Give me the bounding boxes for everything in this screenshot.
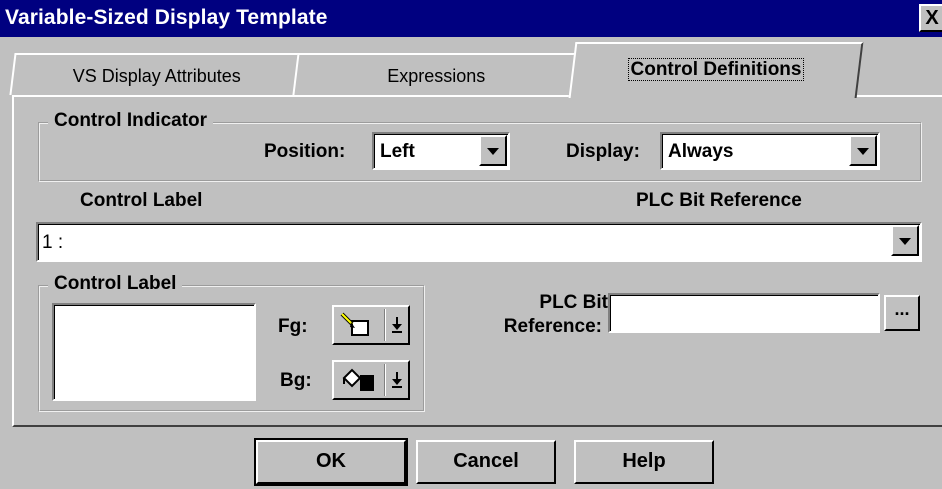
pencil-icon — [340, 312, 369, 336]
fg-label: Fg: — [278, 316, 308, 337]
definition-value: 1 : — [42, 232, 64, 253]
tab-label: Expressions — [387, 66, 486, 86]
plc-bit-reference-input[interactable] — [608, 293, 880, 333]
title-bar[interactable]: Variable-Sized Display Template X — [0, 0, 942, 37]
display-label: Display: — [566, 141, 640, 162]
position-label: Position: — [264, 141, 346, 162]
control-label-textarea[interactable] — [52, 303, 256, 401]
position-select[interactable]: Left — [372, 132, 510, 170]
control-indicator-title: Control Indicator — [48, 110, 214, 132]
ok-button[interactable]: OK — [254, 438, 408, 486]
tab-label: VS Display Attributes — [72, 66, 241, 86]
close-button[interactable]: X — [919, 4, 942, 32]
plc-bit-reference-header: PLC Bit Reference — [636, 190, 802, 211]
tab-expressions[interactable]: Expressions — [292, 53, 581, 95]
position-dropdown-button[interactable] — [479, 135, 507, 166]
plc-bit-label-line1: PLC Bit — [539, 292, 608, 313]
definition-dropdown-button[interactable] — [891, 225, 919, 256]
cancel-button[interactable]: Cancel — [416, 440, 556, 484]
plc-bit-label-line2: Reference: — [503, 316, 602, 337]
tab-label: Control Definitions — [574, 58, 858, 81]
chevron-down-icon — [392, 372, 402, 388]
close-icon: X — [925, 7, 939, 29]
dialog-window: Variable-Sized Display Template X VS Dis… — [0, 0, 942, 489]
bg-color-button[interactable] — [332, 360, 410, 400]
chevron-down-icon — [392, 317, 402, 333]
tab-vs-display-attributes[interactable]: VS Display Attributes — [9, 53, 305, 95]
paint-bucket-icon — [342, 368, 374, 391]
position-value: Left — [380, 141, 415, 162]
definition-select[interactable]: 1 : — [36, 222, 922, 262]
display-dropdown-button[interactable] — [849, 135, 877, 166]
browse-button[interactable]: ... — [884, 295, 920, 331]
tab-control-definitions[interactable]: Control Definitions — [568, 42, 864, 98]
bg-label: Bg: — [280, 370, 312, 391]
display-value: Always — [668, 141, 734, 162]
control-label-header: Control Label — [80, 190, 203, 211]
help-button[interactable]: Help — [574, 440, 714, 484]
display-select[interactable]: Always — [660, 132, 880, 170]
control-label-group-title: Control Label — [48, 273, 183, 295]
window-title: Variable-Sized Display Template — [5, 6, 328, 29]
fg-color-button[interactable] — [332, 305, 410, 345]
